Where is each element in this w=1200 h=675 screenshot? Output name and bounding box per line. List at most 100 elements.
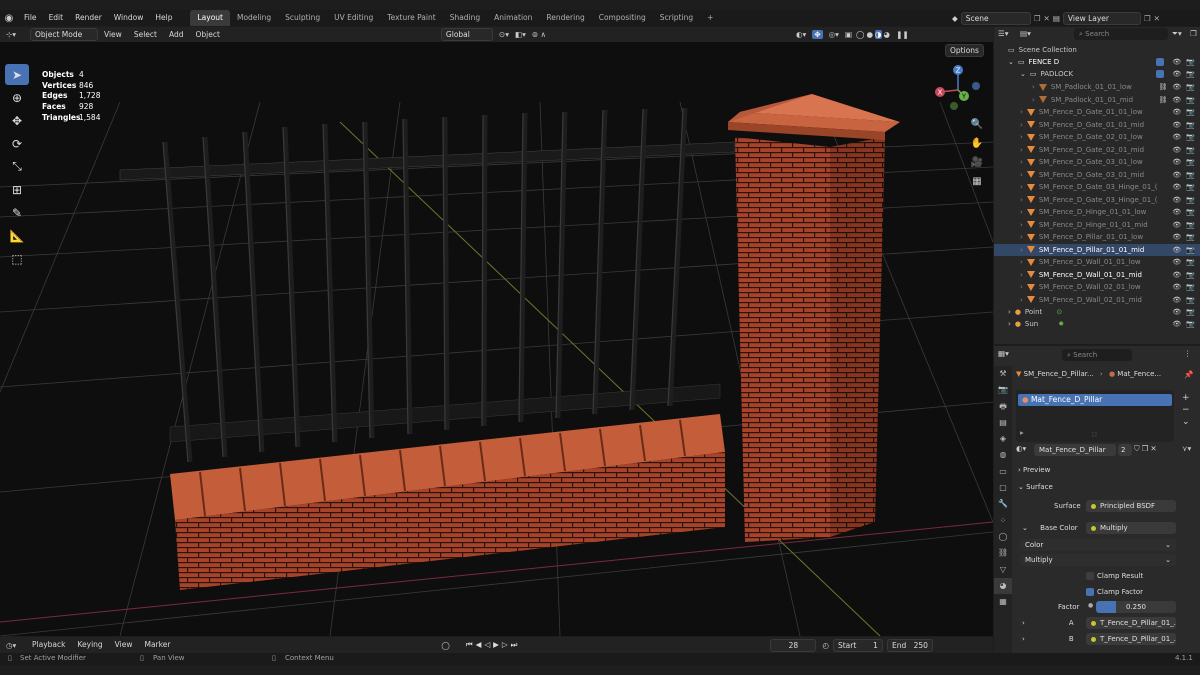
timeline-editor-icon[interactable]: ◷▾	[6, 641, 26, 650]
physics-tab-icon[interactable]: ◯	[994, 529, 1012, 545]
tab-scripting[interactable]: Scripting	[653, 10, 700, 26]
properties-search-input[interactable]: ⌕ Search	[1062, 349, 1132, 361]
row-toggles[interactable]: 👁 📷	[1172, 258, 1195, 266]
outliner-row-object[interactable]: › SM_Fence_D_Gate_03_01_mid 👁 📷	[994, 169, 1200, 182]
menu-object[interactable]: Object	[189, 27, 225, 43]
pause-icon[interactable]: ❚❚	[896, 30, 909, 39]
outliner-row-object[interactable]: › SM_Fence_D_Gate_02_01_low 👁 📷	[994, 131, 1200, 144]
tool-tab-icon[interactable]: ⚒	[994, 366, 1012, 382]
row-toggles[interactable]: 👁 📷	[1172, 121, 1195, 129]
row-toggles[interactable]: 👁 📷	[1172, 283, 1195, 291]
expand-icon[interactable]: ›	[1020, 133, 1023, 141]
tab-shading[interactable]: Shading	[443, 10, 487, 26]
menu-add[interactable]: Add	[163, 27, 190, 43]
expand-icon[interactable]: ›	[1020, 196, 1023, 204]
outliner-row-object[interactable]: › SM_Fence_D_Wall_02_01_mid 👁 📷	[994, 294, 1200, 307]
outliner-row-object[interactable]: › SM_Fence_D_Pillar_01_01_mid 👁 📷	[994, 243, 1200, 256]
scale-tool-icon[interactable]: ⤡	[5, 156, 29, 177]
remove-slot-button[interactable]: −	[1182, 404, 1190, 416]
clamp-factor-checkbox[interactable]: Clamp Factor	[1086, 588, 1143, 596]
row-toggles[interactable]: 👁 📷	[1172, 146, 1195, 154]
factor-slider[interactable]: 0.250	[1096, 601, 1176, 613]
menu-window[interactable]: Window	[108, 10, 150, 26]
row-toggles[interactable]: ⛓ 👁 📷	[1159, 83, 1196, 91]
transform-orientation-dropdown[interactable]: Global	[440, 28, 493, 41]
outliner-row-scene-collection[interactable]: ▭ Scene Collection	[994, 44, 1200, 57]
particles-tab-icon[interactable]: ⁘	[994, 513, 1012, 529]
add-slot-button[interactable]: +	[1182, 392, 1190, 404]
transform-tool-icon[interactable]: ⊞	[5, 179, 29, 200]
row-toggles[interactable]: 👁 📷	[1172, 271, 1195, 279]
3d-viewport[interactable]	[0, 42, 993, 636]
scene-dropdown[interactable]: Scene	[960, 11, 1031, 25]
expand-icon[interactable]: ›	[1020, 283, 1023, 291]
row-toggles[interactable]: 👁 📷	[1156, 70, 1195, 79]
menu-playback[interactable]: Playback	[26, 637, 71, 653]
expand-icon[interactable]: ›	[1032, 83, 1035, 91]
add-workspace-button[interactable]: +	[700, 10, 720, 26]
tab-modeling[interactable]: Modeling	[230, 10, 278, 26]
expand-icon[interactable]: ›	[1020, 233, 1023, 241]
chevron-down-icon[interactable]: ⌄	[1022, 524, 1028, 532]
tab-layout[interactable]: Layout	[190, 10, 230, 26]
output-tab-icon[interactable]: 🖶	[994, 399, 1012, 415]
outliner-search-input[interactable]: ⌕ Search	[1074, 28, 1168, 40]
mode-dropdown[interactable]: Object Mode	[30, 28, 98, 41]
outliner-row-padlock[interactable]: ⌄ ▭ PADLOCK 👁 📷	[994, 68, 1200, 81]
outliner-row-object[interactable]: › SM_Fence_D_Gate_03_Hinge_01_(👁 📷	[994, 181, 1200, 194]
outliner-row-padlock-item[interactable]: › SM_Padlock_01_01_low ⛓ 👁 📷	[994, 81, 1200, 94]
menu-select[interactable]: Select	[128, 27, 163, 43]
menu-marker[interactable]: Marker	[138, 637, 176, 653]
snap-icon[interactable]: ◧▾	[515, 30, 526, 39]
view-layer-icon[interactable]: ▤	[1053, 14, 1060, 23]
expand-icon[interactable]: ›	[1020, 158, 1023, 166]
rotate-tool-icon[interactable]: ⟳	[5, 133, 29, 154]
outliner-row-object[interactable]: › SM_Fence_D_Wall_01_01_low 👁 📷	[994, 256, 1200, 269]
xray-icon[interactable]: ▣	[845, 30, 852, 39]
outliner-row-object[interactable]: › SM_Fence_D_Wall_02_01_low 👁 📷	[994, 281, 1200, 294]
navigation-gizmo[interactable]: Z X Y	[930, 62, 986, 118]
input-b-field[interactable]: T_Fence_D_Pillar_01_...	[1086, 633, 1176, 645]
material-name-field[interactable]: Mat_Fence_D_Pillar	[1034, 444, 1116, 456]
clamp-result-checkbox[interactable]: Clamp Result	[1086, 572, 1143, 580]
properties-editor-icon[interactable]: ▦▾	[998, 349, 1009, 358]
breadcrumb-object[interactable]: SM_Fence_D_Pillar...	[1024, 370, 1094, 378]
outliner-row-fence-d[interactable]: ⌄ ▭ FENCE D 👁 📷	[994, 56, 1200, 69]
row-toggles[interactable]: 👁 📷	[1172, 196, 1195, 204]
texture-tab-icon[interactable]: ▦	[994, 594, 1012, 610]
tab-sculpting[interactable]: Sculpting	[278, 10, 327, 26]
preview-panel-header[interactable]: › Preview	[1018, 466, 1050, 474]
input-a-field[interactable]: T_Fence_D_Pillar_01_...	[1086, 617, 1176, 629]
shading-solid-icon[interactable]: ●	[866, 30, 873, 39]
row-toggles[interactable]: 👁 📷	[1172, 296, 1195, 304]
tab-uv-editing[interactable]: UV Editing	[327, 10, 380, 26]
expand-icon[interactable]: ›	[1020, 171, 1023, 179]
filter-icon[interactable]: ⏷▾	[1172, 29, 1182, 39]
menu-file[interactable]: File	[18, 10, 43, 26]
outliner-row-object[interactable]: › SM_Fence_D_Pillar_01_01_low 👁 📷	[994, 231, 1200, 244]
scene-tab-icon[interactable]: ◈	[994, 431, 1012, 447]
chevron-right-icon[interactable]: ›	[1022, 635, 1025, 643]
row-toggles[interactable]: 👁 📷	[1156, 58, 1195, 67]
camera-icon[interactable]: 🎥	[970, 153, 984, 172]
world-tab-icon[interactable]: ◍	[994, 447, 1012, 463]
row-toggles[interactable]: 👁 📷	[1172, 108, 1195, 116]
object-tab-icon[interactable]: ▢	[994, 480, 1012, 496]
row-toggles[interactable]: 👁 📷	[1172, 320, 1195, 328]
row-toggles[interactable]: 👁 📷	[1172, 246, 1195, 254]
base-color-node-field[interactable]: Multiply	[1086, 522, 1176, 534]
close-icon[interactable]: ✕	[1154, 14, 1160, 23]
data-tab-icon[interactable]: ▽	[994, 562, 1012, 578]
expand-icon[interactable]: ›	[1020, 121, 1023, 129]
menu-keying[interactable]: Keying	[71, 637, 108, 653]
pivot-icon[interactable]: ⊙▾	[499, 30, 509, 39]
overlay-icon[interactable]: ◎▾	[829, 30, 839, 39]
stopwatch-icon[interactable]: ◴	[822, 641, 829, 650]
fake-user-icon[interactable]: ⛉❐✕	[1134, 444, 1159, 454]
start-frame-field[interactable]: Start 1	[832, 638, 883, 652]
constraints-tab-icon[interactable]: ⛓	[994, 545, 1012, 561]
surface-panel-header[interactable]: ⌄ Surface	[1018, 483, 1053, 491]
playback-controls[interactable]: ⏮◀◁▶▷⏭	[466, 640, 521, 650]
material-slot-item[interactable]: ● Mat_Fence_D_Pillar	[1018, 394, 1172, 406]
outliner-row-object[interactable]: › SM_Fence_D_Gate_03_Hinge_01_(👁 📷	[994, 194, 1200, 207]
